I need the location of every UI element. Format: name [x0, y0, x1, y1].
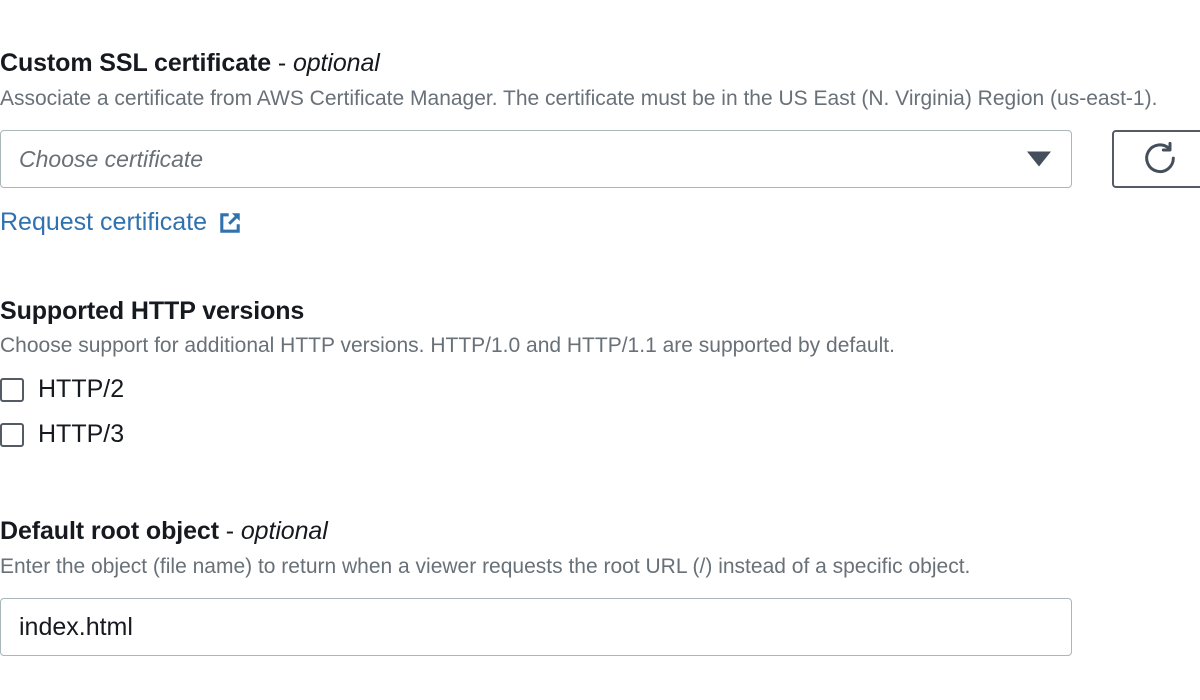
default-root-object-label: Default root object - optional	[0, 516, 1072, 546]
default-root-object-section: Default root object - optional Enter the…	[0, 516, 1072, 656]
supported-http-versions-section: Supported HTTP versions Choose support f…	[0, 296, 895, 449]
custom-ssl-certificate-description: Associate a certificate from AWS Certifi…	[0, 87, 1158, 110]
certificate-select-placeholder: Choose certificate	[19, 145, 204, 172]
refresh-certificates-button[interactable]	[1112, 130, 1200, 188]
label-dash: -	[218, 517, 241, 545]
optional-marker: optional	[240, 517, 328, 545]
form-viewport: Custom SSL certificate - optional Associ…	[0, 0, 1200, 700]
custom-ssl-certificate-label: Custom SSL certificate - optional	[0, 48, 1200, 78]
optional-marker: optional	[292, 49, 380, 77]
label-dash: -	[271, 49, 293, 77]
checkbox-row-http3[interactable]: HTTP/3	[0, 420, 895, 449]
checkbox-label-http2: HTTP/2	[38, 375, 125, 403]
request-certificate-link[interactable]: Request certificate	[0, 208, 243, 237]
certificate-select[interactable]: Choose certificate	[0, 130, 1072, 188]
external-link-icon	[220, 212, 240, 233]
supported-http-versions-description: Choose support for additional HTTP versi…	[0, 334, 895, 357]
request-certificate-link-text: Request certificate	[0, 208, 208, 236]
default-root-object-description: Enter the object (file name) to return w…	[0, 555, 971, 578]
chevron-down-icon	[1027, 151, 1051, 167]
default-root-object-input[interactable]: index.html	[0, 598, 1072, 656]
supported-http-versions-label: Supported HTTP versions	[0, 297, 305, 325]
checkbox-row-http2[interactable]: HTTP/2	[0, 375, 895, 404]
custom-ssl-certificate-section: Custom SSL certificate - optional Associ…	[0, 48, 1200, 237]
checkbox-http2[interactable]	[0, 377, 24, 402]
custom-ssl-certificate-label-text: Custom SSL certificate	[0, 49, 272, 77]
checkbox-label-http3: HTTP/3	[38, 420, 125, 448]
default-root-object-input-value: index.html	[19, 612, 133, 641]
default-root-object-label-text: Default root object	[0, 517, 219, 545]
certificate-select-row: Choose certificate	[0, 130, 1200, 188]
refresh-icon	[1145, 141, 1175, 174]
checkbox-http3[interactable]	[0, 422, 24, 447]
